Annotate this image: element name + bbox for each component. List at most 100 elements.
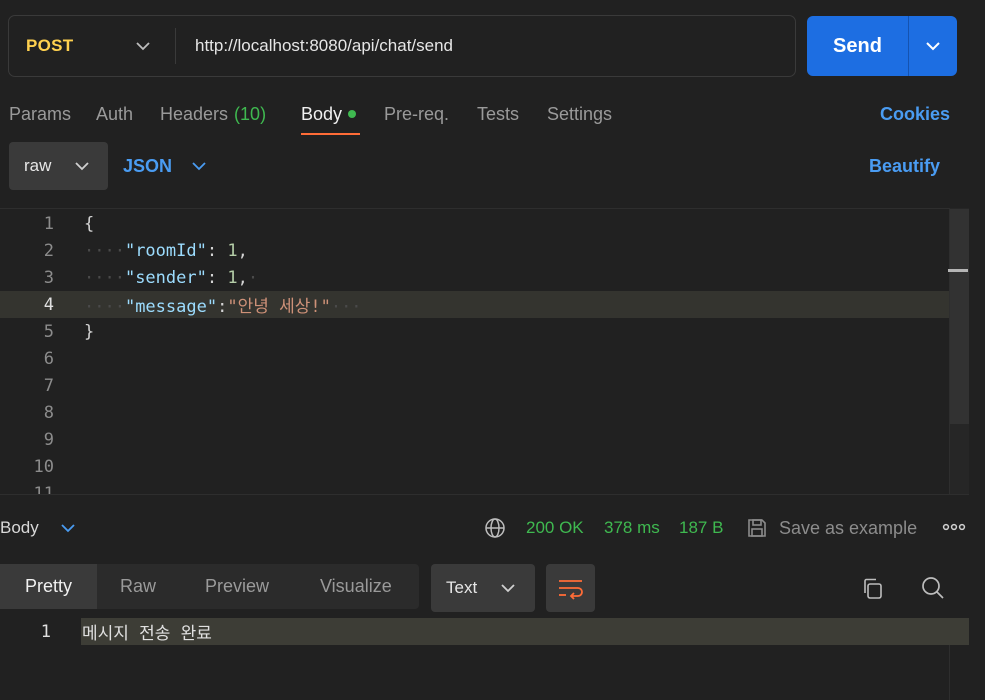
line-number: 7 xyxy=(43,375,54,396)
response-body-toggle[interactable]: Body xyxy=(0,510,39,546)
code-line: 2 ····"roomId": 1, xyxy=(0,237,969,264)
beautify-button[interactable]: Beautify xyxy=(869,142,940,190)
tab-pretty[interactable]: Pretty xyxy=(0,564,97,609)
editor-divider xyxy=(0,494,969,495)
code-line: 8 xyxy=(0,399,969,426)
editor-scroll-marker xyxy=(948,269,968,272)
code-line: 9 xyxy=(0,426,969,453)
tab-params[interactable]: Params xyxy=(9,96,71,132)
line-number: 3 xyxy=(43,267,54,288)
code-text: } xyxy=(84,321,95,342)
json-value: 1 xyxy=(227,267,238,288)
globe-icon[interactable] xyxy=(484,517,506,539)
response-time[interactable]: 378 ms xyxy=(604,510,660,546)
line-number: 1 xyxy=(40,621,51,642)
line-number: 1 xyxy=(43,213,54,234)
json-separator: : xyxy=(217,297,228,317)
status-code[interactable]: 200 OK xyxy=(526,510,584,546)
cookies-link[interactable]: Cookies xyxy=(880,96,950,132)
json-key: "roomId" xyxy=(124,240,207,261)
response-view-tabs: Pretty Raw Preview Visualize xyxy=(0,564,419,609)
tab-tests[interactable]: Tests xyxy=(477,96,519,132)
json-separator: : xyxy=(206,267,228,288)
json-value: 1 xyxy=(227,240,238,261)
send-button-group: Send xyxy=(807,16,957,76)
json-value: "안녕 세상!" xyxy=(227,297,331,317)
json-comma: , xyxy=(237,267,248,288)
json-key: "message" xyxy=(124,297,218,317)
code-line: 11 xyxy=(0,480,969,495)
chevron-down-icon xyxy=(136,42,150,51)
code-line: 1 { xyxy=(0,210,969,237)
json-key: "sender" xyxy=(124,267,207,288)
wrap-lines-button[interactable] xyxy=(546,564,595,612)
tab-visualize[interactable]: Visualize xyxy=(320,564,392,609)
code-line: 10 xyxy=(0,453,969,480)
request-tabs: Params Auth Headers (10) Body Pre-req. T… xyxy=(0,96,985,132)
code-line-active: 4 ····"message":"안녕 세상!"··· xyxy=(0,291,969,318)
tab-headers[interactable]: Headers (10) xyxy=(160,96,266,132)
tab-raw[interactable]: Raw xyxy=(120,564,156,609)
line-number: 2 xyxy=(43,240,54,261)
response-content: 메시지 전송 완료 xyxy=(82,624,212,644)
code-line: 6 xyxy=(0,345,969,372)
search-icon[interactable] xyxy=(920,575,946,601)
method-select[interactable]: POST xyxy=(9,16,175,76)
request-url-bar: POST http://localhost:8080/api/chat/send xyxy=(8,15,796,77)
wrap-lines-icon xyxy=(559,580,583,600)
chevron-down-icon xyxy=(192,162,206,171)
code-text: ····"sender": 1,· xyxy=(84,267,259,288)
method-label: POST xyxy=(26,36,74,55)
more-horizontal-icon[interactable] xyxy=(942,517,966,537)
code-text: ····"message":"안녕 세상!"··· xyxy=(84,297,362,317)
json-separator: : xyxy=(206,240,228,261)
json-comma: , xyxy=(237,240,248,261)
tab-body-label: Body xyxy=(301,103,343,124)
headers-count-badge: (10) xyxy=(234,103,267,124)
line-number: 5 xyxy=(43,321,54,342)
body-modified-dot xyxy=(348,110,357,118)
url-separator xyxy=(175,28,176,64)
response-size[interactable]: 187 B xyxy=(679,510,723,546)
response-format-label: Text xyxy=(446,578,478,597)
tab-settings[interactable]: Settings xyxy=(547,96,612,132)
chevron-down-icon xyxy=(75,162,89,171)
chevron-down-icon xyxy=(501,584,515,593)
body-language-label: JSON xyxy=(123,155,173,176)
line-number: 4 xyxy=(43,294,54,315)
active-tab-underline xyxy=(301,133,360,135)
code-text: ····"roomId": 1, xyxy=(84,240,248,261)
body-mode-label: raw xyxy=(24,156,52,175)
save-as-example-label: Save as example xyxy=(779,517,918,538)
line-number: 10 xyxy=(33,456,54,477)
body-mode-select[interactable]: raw xyxy=(9,142,108,190)
save-icon xyxy=(748,519,766,537)
tab-auth[interactable]: Auth xyxy=(96,96,133,132)
line-number: 11 xyxy=(33,483,54,495)
response-line: 1 메시지 전송 완료 xyxy=(0,618,969,645)
send-button[interactable]: Send xyxy=(807,16,908,76)
tab-headers-label: Headers xyxy=(160,103,229,124)
request-body-editor[interactable]: 1 { 2 ····"roomId": 1, 3 ····"sender": 1… xyxy=(0,208,969,494)
line-number: 8 xyxy=(43,402,54,423)
chevron-down-icon[interactable] xyxy=(60,522,76,534)
response-line-highlight xyxy=(81,618,969,645)
body-language-select[interactable]: JSON xyxy=(123,142,206,190)
url-input[interactable]: http://localhost:8080/api/chat/send xyxy=(195,16,453,76)
code-text: { xyxy=(84,213,95,234)
code-line: 3 ····"sender": 1,· xyxy=(0,264,969,291)
tab-prereq[interactable]: Pre-req. xyxy=(384,96,449,132)
save-as-example-button[interactable]: Save as example xyxy=(746,510,917,546)
code-line: 5 } xyxy=(0,318,969,345)
code-line: 7 xyxy=(0,372,969,399)
line-number: 9 xyxy=(43,429,54,450)
response-format-select[interactable]: Text xyxy=(431,564,535,612)
tab-body[interactable]: Body xyxy=(301,96,357,132)
editor-scrollbar-thumb[interactable] xyxy=(950,209,969,424)
send-divider xyxy=(908,16,909,76)
copy-icon[interactable] xyxy=(860,576,886,602)
tab-preview[interactable]: Preview xyxy=(205,564,269,609)
response-scrollbar[interactable] xyxy=(949,645,950,700)
line-number: 6 xyxy=(43,348,54,369)
chevron-down-icon[interactable] xyxy=(924,39,942,53)
